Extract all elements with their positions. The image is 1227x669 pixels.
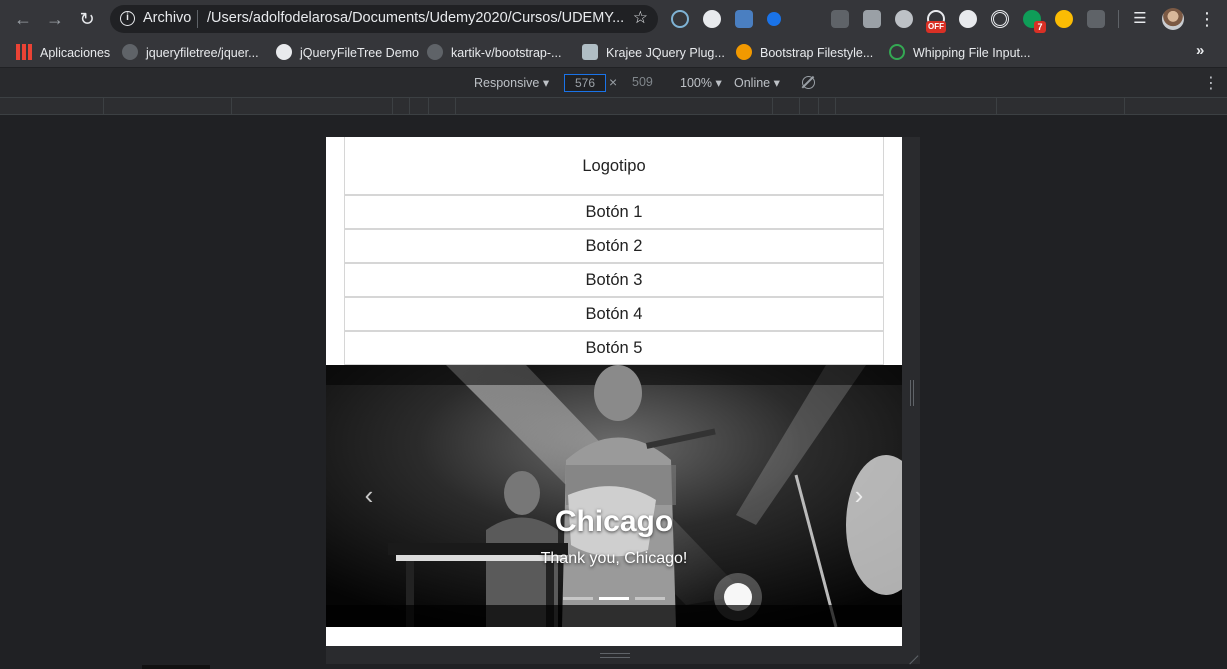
bookmarks-bar: Aplicaciones jqueryfiletree/jquer... jQu… xyxy=(0,38,1227,68)
github-icon xyxy=(427,44,443,60)
emulated-viewport: Logotipo Botón 1 Botón 2 Botón 3 Botón 4… xyxy=(326,137,902,646)
scheme-label: Archivo xyxy=(143,10,192,26)
extension-grid-icon[interactable] xyxy=(863,10,881,28)
bookmark-label: Aplicaciones xyxy=(40,46,111,60)
address-divider xyxy=(197,10,198,28)
forward-arrow-icon[interactable]: → xyxy=(44,8,66,30)
bookmark-star-icon[interactable]: ☆ xyxy=(633,8,648,28)
dropdown-caret-icon: ▾ xyxy=(542,76,550,90)
extension-count-badge: 7 xyxy=(1034,21,1046,33)
profile-avatar[interactable] xyxy=(1162,8,1184,30)
width-input[interactable] xyxy=(564,74,606,92)
extension-code-icon[interactable] xyxy=(1087,10,1105,28)
bookmark-krajee[interactable]: Krajee JQuery Plug... xyxy=(582,43,725,63)
menu-button-5[interactable]: Botón 5 xyxy=(344,331,884,365)
bookmark-aplicaciones[interactable]: Aplicaciones xyxy=(16,43,110,63)
extension-off-badge: OFF xyxy=(926,21,946,33)
github-icon xyxy=(122,44,138,60)
device-options-icon[interactable]: ⋮ xyxy=(1203,73,1219,93)
bookmark-jqueryfiletree-demo[interactable]: jQueryFileTree Demo xyxy=(276,43,419,63)
address-bar[interactable]: i Archivo /Users/adolfodelarosa/Document… xyxy=(110,5,658,33)
media-queue-icon[interactable]: ☰ xyxy=(1129,8,1151,30)
bookmark-label: jQueryFileTree Demo xyxy=(300,46,420,60)
extension-record-icon[interactable] xyxy=(895,10,913,28)
carousel-indicator-1[interactable] xyxy=(563,597,593,600)
window-status-strip xyxy=(142,665,210,669)
device-label: Responsive xyxy=(474,76,540,90)
device-select[interactable]: Responsive ▾ xyxy=(474,75,549,90)
reload-icon[interactable]: ↻ xyxy=(76,8,98,30)
extension-terminal-icon[interactable] xyxy=(831,10,849,28)
menu-button-1[interactable]: Botón 1 xyxy=(344,195,884,229)
toolbar-divider xyxy=(1118,10,1119,28)
dimension-separator: × xyxy=(609,74,618,90)
dropdown-caret-icon: ▾ xyxy=(715,76,722,90)
bookmark-label: Krajee JQuery Plug... xyxy=(606,46,725,60)
device-toolbar: Responsive ▾ × 509 100% ▾ Online ▾ ⋮ xyxy=(0,68,1227,98)
bookmark-kartik-bootstrap[interactable]: kartik-v/bootstrap-... xyxy=(427,43,561,63)
carousel-caption-subtitle: Thank you, Chicago! xyxy=(540,550,688,567)
browser-menu-icon[interactable]: ⋮ xyxy=(1198,8,1216,30)
rotate-disabled-icon[interactable] xyxy=(802,76,815,89)
leaf-icon xyxy=(889,44,905,60)
extension-s-icon[interactable] xyxy=(735,10,753,28)
network-label: Online xyxy=(734,76,771,90)
bookmark-whipping-file-input[interactable]: Whipping File Input... xyxy=(889,43,1030,63)
extension-wave-icon[interactable] xyxy=(671,10,689,28)
logo-placeholder: Logotipo xyxy=(344,137,884,195)
extension-target-icon[interactable] xyxy=(991,10,1009,28)
resize-handle-right[interactable] xyxy=(910,380,914,406)
globe-icon xyxy=(276,44,292,60)
browser-toolbar: ← → ↻ i Archivo /Users/adolfodelarosa/Do… xyxy=(0,0,1227,38)
extension-check-icon[interactable] xyxy=(767,12,781,26)
back-arrow-icon[interactable]: ← xyxy=(12,8,34,30)
extension-magnifier-icon[interactable] xyxy=(1055,10,1073,28)
media-query-ruler xyxy=(0,98,1227,115)
krajee-k-icon xyxy=(582,44,598,60)
zoom-label: 100% xyxy=(680,76,712,90)
network-throttle-select[interactable]: Online ▾ xyxy=(734,75,780,90)
menu-button-4[interactable]: Botón 4 xyxy=(344,297,884,331)
menu-button-3[interactable]: Botón 3 xyxy=(344,263,884,297)
bookmark-label: kartik-v/bootstrap-... xyxy=(451,46,562,60)
carousel-indicator-3[interactable] xyxy=(635,597,665,600)
bookmark-label: Bootstrap Filestyle... xyxy=(760,46,874,60)
bookmark-label: Whipping File Input... xyxy=(913,46,1031,60)
extension-search-icon[interactable] xyxy=(703,10,721,28)
carousel-caption-title: Chicago xyxy=(554,505,674,538)
dropdown-caret-icon: ▾ xyxy=(773,76,780,90)
zoom-select[interactable]: 100% ▾ xyxy=(680,75,722,90)
bookmark-label: jqueryfiletree/jquer... xyxy=(146,46,259,60)
extension-moon-icon[interactable] xyxy=(959,10,977,28)
concert-slide-image xyxy=(326,365,902,627)
bookmark-bootstrap-filestyle[interactable]: Bootstrap Filestyle... xyxy=(736,43,873,63)
info-icon[interactable]: i xyxy=(120,11,135,26)
image-carousel: ‹ › Chicago Thank you, Chicago! xyxy=(326,365,902,627)
menu-button-2[interactable]: Botón 2 xyxy=(344,229,884,263)
url-text[interactable]: /Users/adolfodelarosa/Documents/Udemy202… xyxy=(207,10,625,26)
resize-handle-bottom[interactable] xyxy=(600,653,630,658)
apps-grid-icon xyxy=(16,44,32,60)
orange-icon xyxy=(736,44,752,60)
bookmark-jqueryfiletree[interactable]: jqueryfiletree/jquer... xyxy=(122,43,259,63)
height-input[interactable]: 509 xyxy=(632,75,653,89)
bookmarks-overflow-button[interactable]: » xyxy=(1196,42,1204,59)
carousel-indicator-2[interactable] xyxy=(599,597,629,600)
